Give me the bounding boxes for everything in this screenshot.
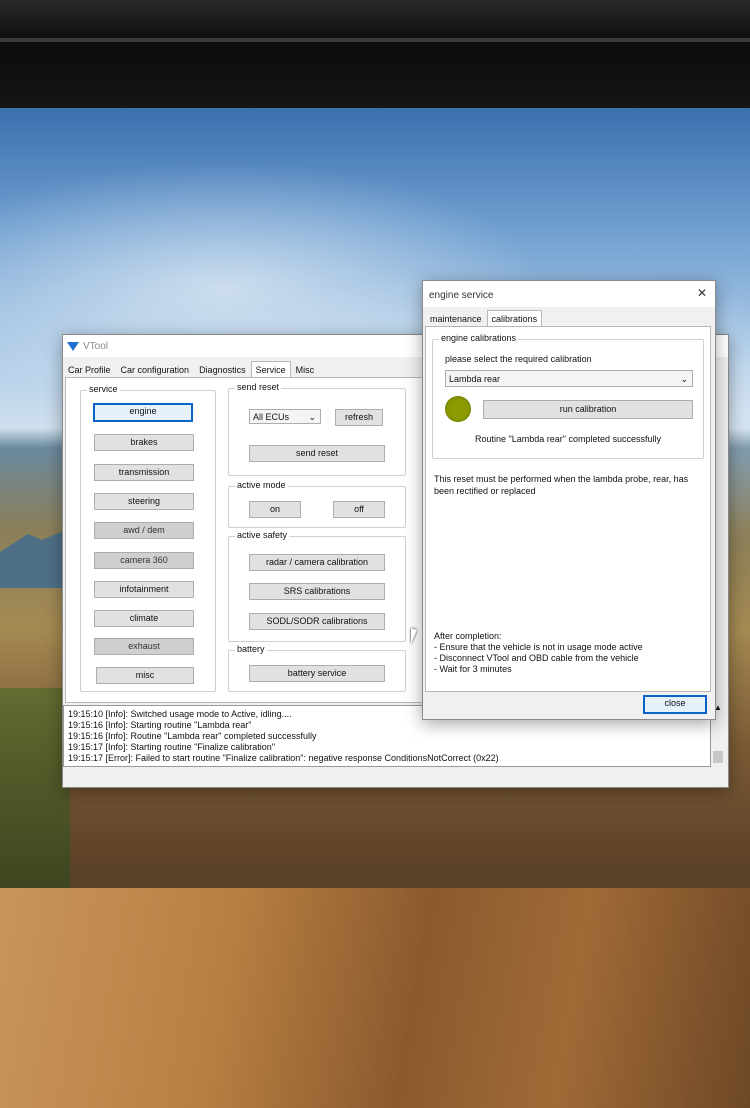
- vtool-logo-icon: [67, 342, 79, 351]
- brakes-button[interactable]: brakes: [94, 434, 194, 451]
- run-calibration-button[interactable]: run calibration: [483, 400, 693, 419]
- window-title: VTool: [83, 341, 109, 352]
- exhaust-button[interactable]: exhaust: [94, 638, 194, 655]
- battery-label: battery: [235, 644, 267, 654]
- chevron-down-icon: ⌄: [680, 374, 688, 384]
- service-group: service engine brakes transmission steer…: [80, 384, 216, 692]
- transmission-button[interactable]: transmission: [94, 464, 194, 481]
- calibration-select-value: Lambda rear: [449, 374, 501, 384]
- status-indicator: [445, 396, 471, 422]
- misc-button[interactable]: misc: [96, 667, 194, 684]
- active-mode-label: active mode: [235, 480, 288, 490]
- ecu-select-value: All ECUs: [253, 412, 290, 422]
- srs-calibrations-button[interactable]: SRS calibrations: [249, 583, 385, 600]
- service-panel: service engine brakes transmission steer…: [65, 377, 424, 703]
- refresh-button[interactable]: refresh: [335, 409, 383, 426]
- calibration-description: This reset must be performed when the la…: [434, 474, 689, 496]
- active-safety-label: active safety: [235, 530, 290, 540]
- engine-calibrations-label: engine calibrations: [439, 333, 519, 343]
- tab-calibrations[interactable]: calibrations: [486, 310, 543, 327]
- after-completion-notes: After completion: - Ensure that the vehi…: [434, 631, 706, 675]
- engine-calibrations-group: engine calibrations please select the re…: [432, 333, 704, 459]
- after-completion-line: - Wait for 3 minutes: [434, 664, 512, 674]
- active-mode-off-button[interactable]: off: [333, 501, 385, 518]
- send-reset-group: send reset All ECUs ⌄ refresh send reset: [228, 382, 406, 476]
- infotainment-button[interactable]: infotainment: [94, 581, 194, 598]
- close-button[interactable]: close: [643, 695, 707, 714]
- close-icon[interactable]: ✕: [697, 286, 707, 300]
- select-prompt: please select the required calibration: [445, 354, 592, 364]
- tab-diagnostics[interactable]: Diagnostics: [194, 361, 251, 378]
- monitor-bezel: [0, 0, 750, 108]
- service-group-label: service: [87, 384, 120, 394]
- calibration-result: Routine "Lambda rear" completed successf…: [475, 434, 661, 444]
- engine-service-dialog: engine service ✕ maintenance calibration…: [422, 280, 716, 720]
- send-reset-button[interactable]: send reset: [249, 445, 385, 462]
- tab-car-profile[interactable]: Car Profile: [63, 361, 116, 378]
- sodl-sodr-calibrations-button[interactable]: SODL/SODR calibrations: [249, 613, 385, 630]
- chevron-down-icon: ⌄: [308, 412, 316, 422]
- radar-camera-calibration-button[interactable]: radar / camera calibration: [249, 554, 385, 571]
- scroll-thumb[interactable]: [713, 751, 723, 763]
- calibration-select[interactable]: Lambda rear ⌄: [445, 370, 693, 387]
- active-mode-on-button[interactable]: on: [249, 501, 301, 518]
- log-line: 19:15:16 [Info]: Routine "Lambda rear" c…: [68, 731, 317, 741]
- after-completion-line: - Ensure that the vehicle is not in usag…: [434, 642, 643, 652]
- mouse-cursor-icon: [411, 628, 417, 644]
- tab-misc[interactable]: Misc: [291, 361, 320, 378]
- active-mode-group: active mode on off: [228, 480, 406, 528]
- camera-360-button[interactable]: camera 360: [94, 552, 194, 569]
- dialog-title: engine service: [429, 290, 494, 301]
- battery-service-button[interactable]: battery service: [249, 665, 385, 682]
- tab-service[interactable]: Service: [250, 361, 291, 378]
- engine-button[interactable]: engine: [93, 403, 193, 422]
- after-completion-line: - Disconnect VTool and OBD cable from th…: [434, 653, 639, 663]
- awd-dem-button[interactable]: awd / dem: [94, 522, 194, 539]
- log-line: 19:15:16 [Info]: Starting routine "Lambd…: [68, 720, 252, 730]
- calibrations-panel: engine calibrations please select the re…: [425, 326, 711, 692]
- log-line: 19:15:17 [Error]: Failed to start routin…: [68, 753, 499, 763]
- send-reset-label: send reset: [235, 382, 282, 392]
- ecu-select[interactable]: All ECUs ⌄: [249, 409, 321, 424]
- log-line: 19:15:17 [Info]: Starting routine "Final…: [68, 742, 276, 752]
- after-completion-line: After completion:: [434, 631, 502, 641]
- tab-maintenance[interactable]: maintenance: [425, 310, 487, 327]
- battery-group: battery battery service: [228, 644, 406, 692]
- climate-button[interactable]: climate: [94, 610, 194, 627]
- dialog-titlebar: engine service ✕: [423, 281, 715, 307]
- active-safety-group: active safety radar / camera calibration…: [228, 530, 406, 642]
- tab-car-configuration[interactable]: Car configuration: [116, 361, 195, 378]
- steering-button[interactable]: steering: [94, 493, 194, 510]
